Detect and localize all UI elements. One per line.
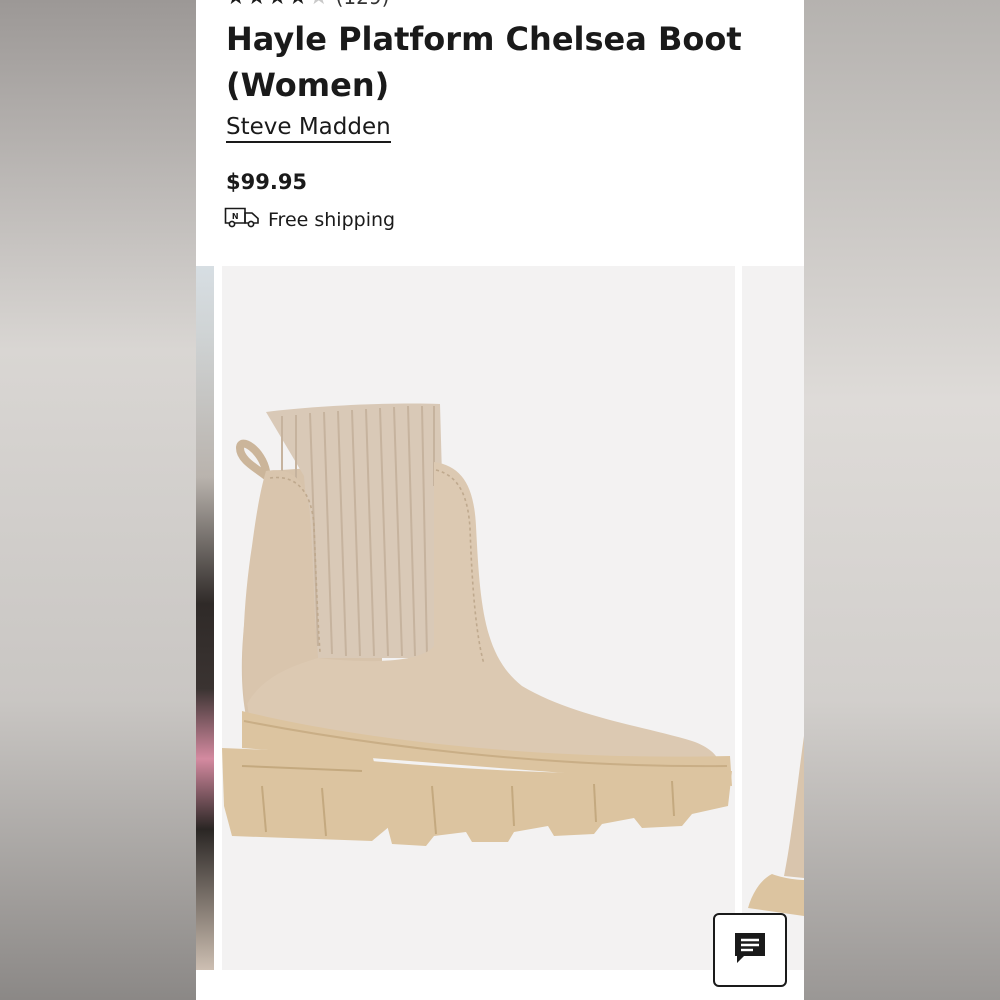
chat-button[interactable] xyxy=(713,913,787,987)
boot-image xyxy=(222,403,732,846)
brand-link[interactable]: Steve Madden xyxy=(226,114,391,143)
image-gallery[interactable] xyxy=(196,266,804,970)
next-boot-image xyxy=(748,736,804,916)
product-price: $99.95 xyxy=(226,170,308,194)
gallery-main-image[interactable] xyxy=(222,266,735,970)
chat-message-icon xyxy=(731,929,769,971)
rating-stars-icon: ★★★★★ xyxy=(226,0,330,10)
backdrop-left xyxy=(0,0,196,1000)
shipping-info: N Free shipping xyxy=(224,206,395,233)
gallery-prev-slide[interactable] xyxy=(196,266,214,970)
svg-text:N: N xyxy=(232,212,239,221)
gallery-next-slide[interactable] xyxy=(742,266,804,970)
shipping-label: Free shipping xyxy=(268,208,396,231)
product-rating[interactable]: ★★★★★ (129) xyxy=(226,0,390,10)
delivery-truck-icon: N xyxy=(224,206,260,233)
review-count[interactable]: (129) xyxy=(336,0,390,9)
product-title: Hayle Platform Chelsea Boot (Women) xyxy=(226,20,742,104)
backdrop-right xyxy=(804,0,1000,1000)
product-page: ★★★★★ (129) Hayle Platform Chelsea Boot … xyxy=(196,0,804,1000)
